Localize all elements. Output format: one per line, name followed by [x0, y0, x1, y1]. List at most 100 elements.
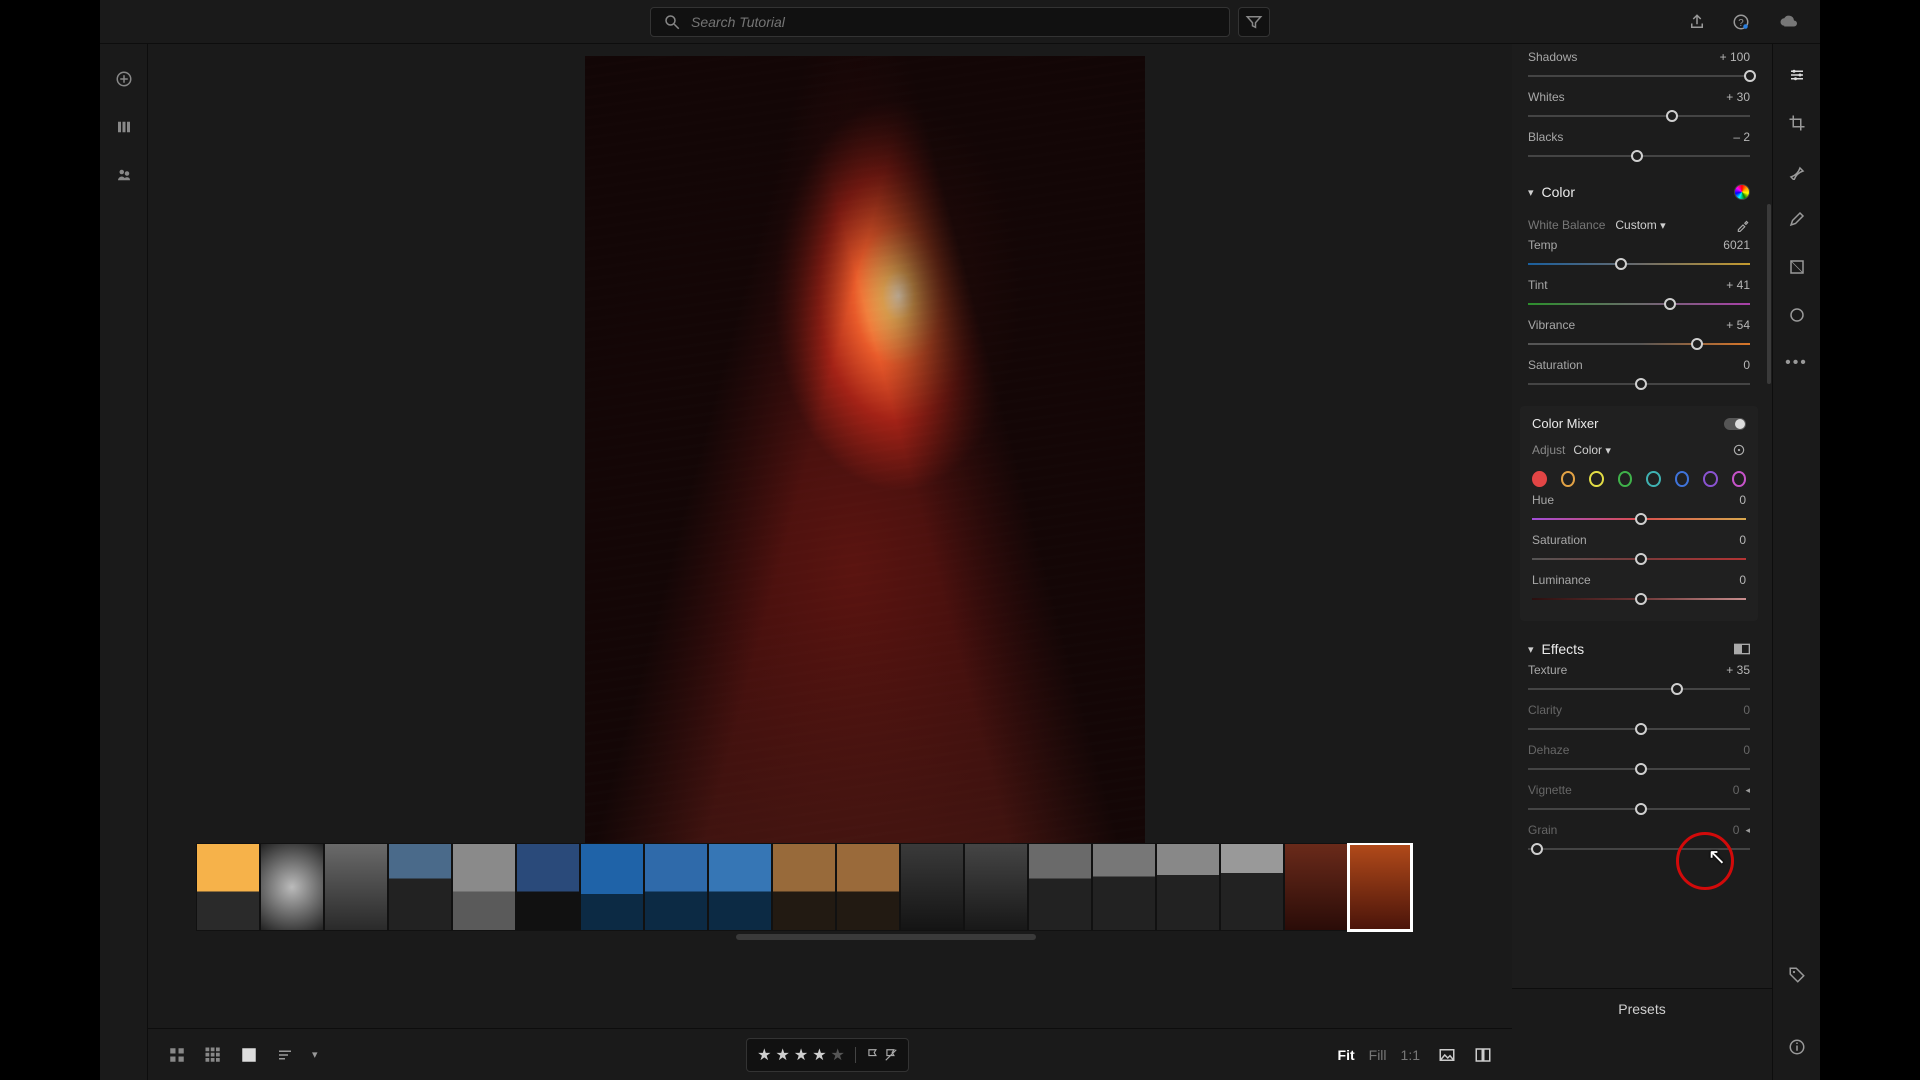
disclosure-arrow-icon[interactable]: ◂: [1745, 785, 1750, 796]
mixer-adjust-dropdown[interactable]: Color ▾: [1573, 443, 1611, 457]
filmstrip-thumb[interactable]: [516, 843, 580, 931]
add-photos-icon[interactable]: [115, 70, 133, 88]
search-filter-button[interactable]: [1238, 7, 1270, 37]
color-swatch[interactable]: [1675, 471, 1690, 487]
dehaze-slider[interactable]: Dehaze0: [1528, 743, 1750, 777]
filmstrip-thumb[interactable]: [708, 843, 772, 931]
disclosure-arrow-icon[interactable]: ◂: [1745, 825, 1750, 836]
color-swatches[interactable]: [1532, 471, 1746, 487]
mixer-saturation-slider[interactable]: Saturation0: [1532, 533, 1746, 567]
color-wheel-icon[interactable]: [1734, 184, 1750, 200]
filmstrip-thumb[interactable]: [196, 843, 260, 931]
filmstrip-thumb[interactable]: [644, 843, 708, 931]
flag-pick-icon[interactable]: [866, 1048, 880, 1062]
color-section-header[interactable]: ▾ Color: [1528, 184, 1750, 200]
filmstrip-thumb[interactable]: [772, 843, 836, 931]
vibrance-slider[interactable]: Vibrance+ 54: [1528, 318, 1750, 352]
split-view-icon[interactable]: [1734, 643, 1750, 655]
top-bar: ?: [100, 0, 1820, 44]
filmstrip-thumb[interactable]: [1220, 843, 1284, 931]
cloud-sync-icon[interactable]: [1776, 13, 1800, 31]
compare-icon[interactable]: [1474, 1046, 1492, 1064]
zoom-fit[interactable]: Fit: [1338, 1047, 1355, 1063]
luminance-slider[interactable]: Luminance0: [1532, 573, 1746, 607]
bottom-bar: ▾ ★★★★★ Fit Fill 1:1: [148, 1028, 1512, 1080]
search-box[interactable]: [650, 7, 1230, 37]
my-photos-icon[interactable]: [115, 118, 133, 136]
tint-slider[interactable]: Tint+ 41: [1528, 278, 1750, 312]
eyedropper-icon[interactable]: [1736, 218, 1750, 232]
color-swatch[interactable]: [1646, 471, 1661, 487]
brush-icon[interactable]: [1788, 210, 1806, 228]
vignette-slider[interactable]: Vignette 0◂: [1528, 783, 1750, 817]
grid-large-icon[interactable]: [204, 1046, 222, 1064]
share-icon[interactable]: [1688, 13, 1706, 31]
flag-reject-icon[interactable]: [884, 1048, 898, 1062]
search-input[interactable]: [691, 14, 1217, 30]
info-icon[interactable]: [1788, 1038, 1806, 1056]
shadows-slider[interactable]: Shadows+ 100: [1528, 50, 1750, 84]
funnel-icon: [1245, 13, 1263, 31]
filmstrip-thumb[interactable]: [964, 843, 1028, 931]
zoom-1to1[interactable]: 1:1: [1401, 1047, 1420, 1063]
healing-brush-icon[interactable]: [1788, 162, 1806, 180]
single-view-icon[interactable]: [240, 1046, 258, 1064]
filmstrip-thumb[interactable]: [324, 843, 388, 931]
color-swatch[interactable]: [1561, 471, 1576, 487]
linear-gradient-icon[interactable]: [1788, 258, 1806, 276]
clarity-slider[interactable]: Clarity0: [1528, 703, 1750, 737]
filmstrip-thumb[interactable]: [580, 843, 644, 931]
color-swatch[interactable]: [1618, 471, 1633, 487]
app-window: ? Shadows+ 100 Whites+ 30: [100, 0, 1820, 1080]
filmstrip-thumb[interactable]: [1028, 843, 1092, 931]
shared-icon[interactable]: [115, 166, 133, 184]
filmstrip[interactable]: [196, 843, 1512, 933]
chevron-down-icon: ▾: [1660, 220, 1666, 232]
color-swatch[interactable]: [1732, 471, 1747, 487]
texture-slider[interactable]: Texture+ 35: [1528, 663, 1750, 697]
crop-icon[interactable]: [1788, 114, 1806, 132]
filmstrip-thumb[interactable]: [260, 843, 324, 931]
effects-section-header[interactable]: ▾ Effects: [1528, 641, 1750, 657]
color-swatch[interactable]: [1532, 471, 1547, 487]
sort-icon[interactable]: [276, 1046, 294, 1064]
more-icon[interactable]: •••: [1785, 354, 1808, 372]
zoom-options[interactable]: Fit Fill 1:1: [1338, 1047, 1420, 1063]
whites-slider[interactable]: Whites+ 30: [1528, 90, 1750, 124]
tag-icon[interactable]: [1788, 966, 1806, 984]
radial-gradient-icon[interactable]: [1788, 306, 1806, 324]
filmstrip-thumb[interactable]: [452, 843, 516, 931]
temp-slider[interactable]: Temp6021: [1528, 238, 1750, 272]
filmstrip-thumb[interactable]: [836, 843, 900, 931]
grid-small-icon[interactable]: [168, 1046, 186, 1064]
panel-scrollbar[interactable]: [1767, 54, 1771, 940]
color-mixer-title: Color Mixer: [1532, 416, 1598, 431]
color-mixer-toggle[interactable]: [1724, 418, 1746, 430]
color-swatch[interactable]: [1589, 471, 1604, 487]
help-icon[interactable]: ?: [1732, 13, 1750, 31]
filmstrip-thumb[interactable]: [1092, 843, 1156, 931]
grain-slider[interactable]: Grain 0◂: [1528, 823, 1750, 857]
filmstrip-thumb[interactable]: [1348, 843, 1412, 931]
filmstrip-thumb[interactable]: [1156, 843, 1220, 931]
search-icon: [663, 13, 681, 31]
white-balance-row[interactable]: White Balance Custom ▾: [1528, 218, 1750, 232]
saturation-slider[interactable]: Saturation0: [1528, 358, 1750, 392]
chevron-down-icon[interactable]: ▾: [312, 1048, 318, 1061]
presets-button[interactable]: Presets: [1512, 988, 1772, 1028]
chevron-down-icon: ▾: [1528, 643, 1534, 656]
show-original-icon[interactable]: [1438, 1046, 1456, 1064]
blacks-slider[interactable]: Blacks– 2: [1528, 130, 1750, 164]
zoom-fill[interactable]: Fill: [1369, 1047, 1387, 1063]
main-photo[interactable]: [585, 56, 1145, 911]
filmstrip-thumb[interactable]: [900, 843, 964, 931]
filmstrip-scrollbar[interactable]: [196, 934, 1512, 942]
edit-sliders-icon[interactable]: [1788, 66, 1806, 84]
target-adjust-icon[interactable]: [1732, 443, 1746, 457]
filmstrip-thumb[interactable]: [388, 843, 452, 931]
right-tool-rail: •••: [1772, 44, 1820, 1080]
hue-slider[interactable]: Hue0: [1532, 493, 1746, 527]
color-swatch[interactable]: [1703, 471, 1718, 487]
rating-stars[interactable]: ★★★★★: [746, 1038, 909, 1072]
filmstrip-thumb[interactable]: [1284, 843, 1348, 931]
